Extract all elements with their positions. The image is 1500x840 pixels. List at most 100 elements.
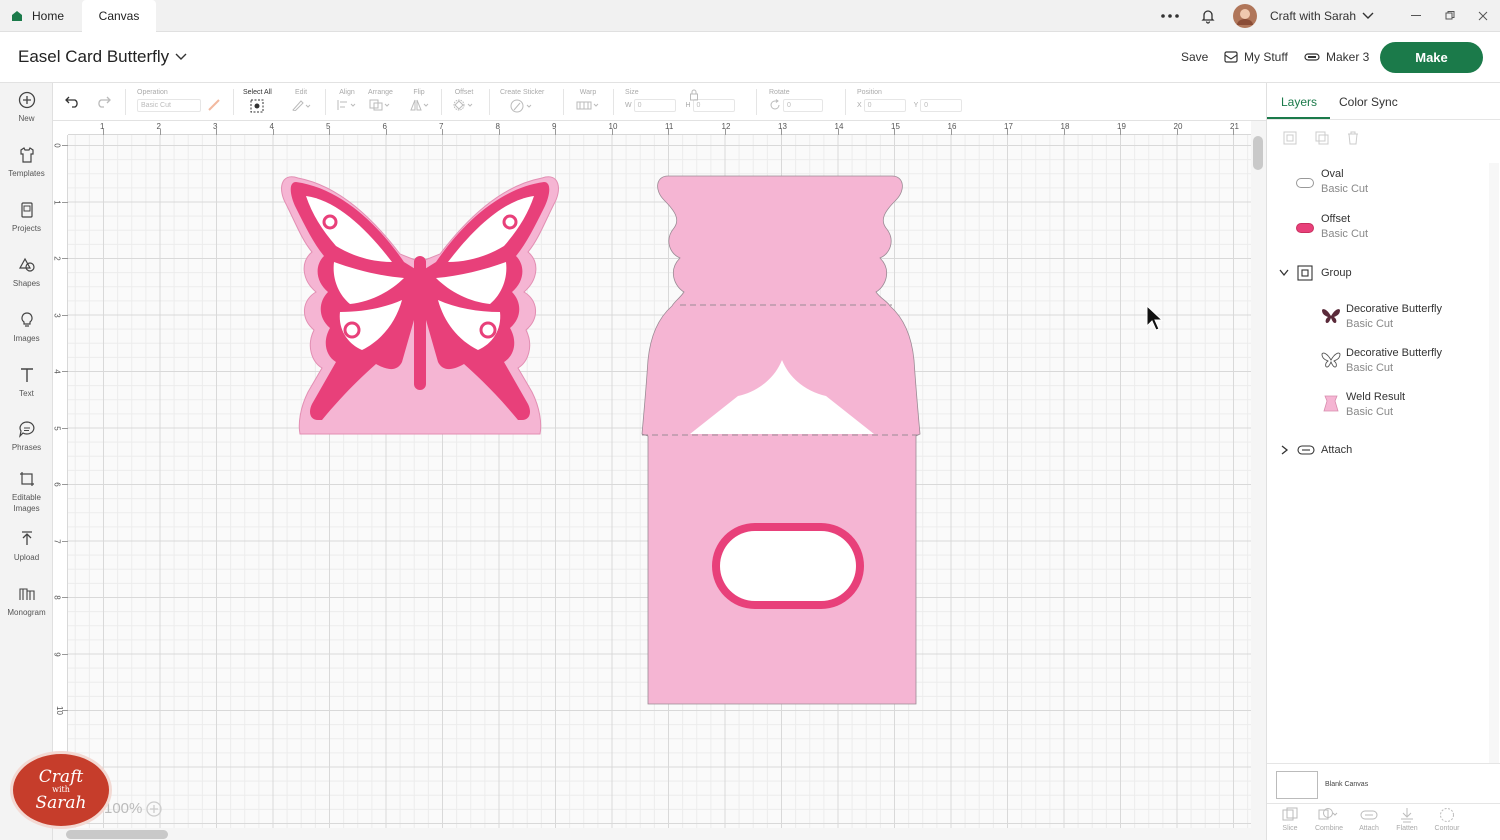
account-name: Craft with Sarah <box>1270 9 1357 23</box>
avatar[interactable] <box>1233 0 1257 32</box>
chevron-down-icon[interactable] <box>1279 269 1289 277</box>
slice-icon <box>1282 807 1298 821</box>
contour-label: Contour <box>1434 825 1460 832</box>
align-button[interactable]: Align <box>337 89 357 113</box>
width-input[interactable]: 0 <box>633 99 676 112</box>
slice-button[interactable]: Slice <box>1270 807 1310 832</box>
layer-item-weld-result[interactable]: Weld Result Basic Cut <box>1346 390 1405 420</box>
trash-icon[interactable] <box>1346 131 1360 150</box>
account-menu[interactable]: Craft with Sarah <box>1270 0 1374 32</box>
watermark-line1: Craft <box>38 767 84 787</box>
oval-shape[interactable] <box>720 531 856 601</box>
rotate-control[interactable]: Rotate 0 <box>769 89 823 112</box>
close-button[interactable] <box>1478 0 1488 32</box>
minimize-button[interactable] <box>1411 0 1421 32</box>
tab-layers[interactable]: Layers <box>1281 95 1317 109</box>
combine-button[interactable]: Combine <box>1309 807 1349 832</box>
horizontal-scroll-thumb[interactable] <box>66 830 168 839</box>
sidebar-item-editable-images[interactable]: Editable Images <box>0 470 53 514</box>
create-sticker-button[interactable]: Create Sticker <box>500 89 544 115</box>
easel-card-shape[interactable] <box>641 175 922 705</box>
contour-icon <box>1440 808 1454 822</box>
duplicate-icon[interactable] <box>1315 131 1329 150</box>
sidebar-item-images[interactable]: Images <box>0 311 53 344</box>
sidebar-item-templates[interactable]: Templates <box>0 146 53 179</box>
tab-canvas[interactable]: Canvas <box>82 0 156 32</box>
y-input[interactable]: 0 <box>920 99 963 112</box>
w-label: W <box>625 102 632 109</box>
pen-color-icon[interactable] <box>207 98 221 114</box>
offset-button[interactable]: Offset <box>453 89 475 113</box>
blank-canvas-swatch[interactable] <box>1276 771 1318 799</box>
separator <box>489 89 490 115</box>
monogram-icon <box>18 588 35 600</box>
layer-item-oval[interactable]: Oval Basic Cut <box>1321 167 1368 197</box>
arrange-button[interactable]: Arrange <box>368 89 393 113</box>
sidebar-label: Text <box>19 389 34 398</box>
zoom-in-icon[interactable] <box>146 800 163 817</box>
contour-button[interactable]: Contour <box>1427 807 1467 832</box>
vertical-scroll-thumb[interactable] <box>1253 136 1263 170</box>
layer-operation: Basic Cut <box>1346 362 1394 374</box>
operation-control[interactable]: Operation Basic Cut <box>137 89 201 112</box>
ruler-vertical: 0 1 2 3 4 5 6 7 8 9 10 <box>53 135 68 828</box>
inbox-icon <box>1224 51 1238 63</box>
sidebar-label: Shapes <box>12 279 41 288</box>
sidebar-item-projects[interactable]: Projects <box>0 201 53 234</box>
size-control[interactable]: Size W 0 H 0 <box>625 89 735 112</box>
save-button[interactable]: Save <box>1181 50 1208 64</box>
redo-button[interactable] <box>95 94 111 110</box>
sidebar-item-text[interactable]: Text <box>0 366 53 399</box>
x-label: X <box>857 102 862 109</box>
edit-button[interactable]: Edit <box>291 89 311 113</box>
project-title[interactable]: Easel Card Butterfly <box>18 47 187 67</box>
make-button[interactable]: Make <box>1380 42 1483 73</box>
projects-icon <box>20 202 33 218</box>
edit-label: Edit <box>294 89 308 96</box>
select-all-button[interactable]: Select All <box>243 89 272 115</box>
offset-label: Offset <box>454 89 474 96</box>
undo-button[interactable] <box>65 94 81 110</box>
more-options-icon[interactable] <box>1160 0 1180 32</box>
plus-circle-icon <box>18 91 35 109</box>
decorative-butterfly-shape[interactable] <box>290 182 550 420</box>
sidebar-item-shapes[interactable]: Shapes <box>0 256 53 289</box>
flip-button[interactable]: Flip <box>409 89 429 113</box>
rotate-input[interactable]: 0 <box>782 99 823 112</box>
warp-button[interactable]: Warp <box>575 89 601 113</box>
tab-color-sync[interactable]: Color Sync <box>1339 95 1398 109</box>
restore-button[interactable] <box>1445 0 1455 32</box>
tab-home[interactable]: Home <box>10 0 80 32</box>
lock-icon[interactable] <box>689 89 699 103</box>
layer-item-group[interactable]: Group <box>1321 266 1352 281</box>
layer-item-decorative-butterfly-1[interactable]: Decorative Butterfly Basic Cut <box>1346 302 1442 332</box>
machine-button[interactable]: Maker 3 <box>1304 50 1369 64</box>
chevron-right-icon[interactable] <box>1281 445 1289 455</box>
flatten-button[interactable]: Flatten <box>1387 807 1427 832</box>
layer-name: Group <box>1321 267 1352 279</box>
sidebar-item-phrases[interactable]: Phrases <box>0 420 53 453</box>
operation-select[interactable]: Basic Cut <box>137 99 201 112</box>
my-stuff-button[interactable]: My Stuff <box>1224 50 1288 64</box>
ruler-number: 5 <box>52 425 62 431</box>
position-control[interactable]: Position X 0 Y 0 <box>857 89 963 112</box>
sidebar-item-new[interactable]: New <box>0 91 53 124</box>
flatten-icon <box>1401 808 1413 823</box>
bell-icon[interactable] <box>1200 0 1216 32</box>
layer-item-offset[interactable]: Offset Basic Cut <box>1321 212 1368 242</box>
separator <box>563 89 564 115</box>
layer-operation: Basic Cut <box>1321 183 1369 195</box>
vertical-scrollbar[interactable] <box>1251 121 1266 828</box>
sidebar-item-monogram[interactable]: Monogram <box>0 585 53 618</box>
layer-item-attach[interactable]: Attach <box>1321 443 1352 458</box>
zoom-control[interactable]: 100% <box>104 800 163 817</box>
layer-item-decorative-butterfly-2[interactable]: Decorative Butterfly Basic Cut <box>1346 346 1442 376</box>
separator <box>756 89 757 115</box>
sidebar-item-upload[interactable]: Upload <box>0 530 53 563</box>
design-canvas[interactable] <box>68 135 1251 828</box>
horizontal-scrollbar[interactable] <box>53 828 1266 840</box>
x-input[interactable]: 0 <box>863 99 906 112</box>
group-icon[interactable] <box>1283 131 1297 150</box>
panel-scrollbar[interactable] <box>1489 163 1499 763</box>
attach-button[interactable]: Attach <box>1349 807 1389 832</box>
